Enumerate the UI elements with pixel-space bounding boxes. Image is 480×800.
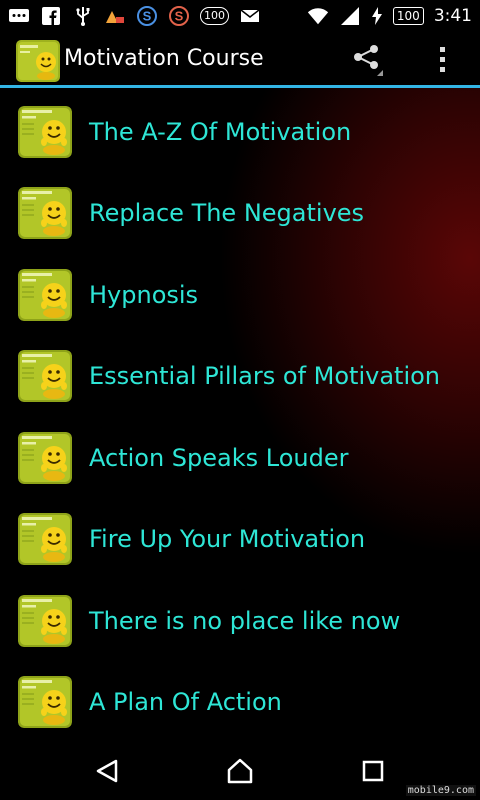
list-item[interactable]: Essential Pillars of Motivation bbox=[0, 336, 480, 418]
back-icon bbox=[94, 758, 120, 788]
back-button[interactable] bbox=[77, 756, 137, 790]
list-item-label: The A-Z Of Motivation bbox=[89, 117, 352, 146]
svg-text:S: S bbox=[175, 9, 184, 24]
list-item[interactable]: Action Speaks Louder bbox=[0, 417, 480, 499]
action-bar: Motivation Course bbox=[0, 32, 480, 88]
lesson-thumbnail-icon bbox=[18, 594, 72, 647]
overflow-menu-button[interactable] bbox=[430, 42, 456, 82]
lesson-thumbnail-icon bbox=[18, 105, 72, 158]
s-app-icon-2: S bbox=[168, 6, 190, 26]
cleaner-icon bbox=[104, 6, 126, 26]
share-icon bbox=[351, 43, 385, 81]
wifi-icon bbox=[307, 6, 329, 26]
clock: 3:41 bbox=[433, 6, 472, 26]
list-item[interactable]: Hypnosis bbox=[0, 254, 480, 336]
lesson-thumbnail-icon bbox=[18, 513, 72, 566]
lesson-thumbnail-icon bbox=[18, 350, 72, 403]
home-icon bbox=[226, 758, 254, 788]
recents-icon bbox=[361, 759, 385, 787]
usb-icon bbox=[72, 6, 94, 26]
list-item-label: Replace The Negatives bbox=[89, 199, 365, 228]
email-icon bbox=[239, 6, 261, 26]
list-item[interactable]: Fire Up Your Motivation bbox=[0, 499, 480, 581]
watermark: mobile9.com bbox=[405, 785, 476, 796]
list-item[interactable]: There is no place like now bbox=[0, 580, 480, 662]
list-item-label: Fire Up Your Motivation bbox=[89, 525, 366, 554]
message-icon bbox=[8, 6, 30, 26]
charging-icon bbox=[371, 6, 383, 26]
svg-text:S: S bbox=[143, 9, 152, 24]
list-item-label: Action Speaks Louder bbox=[89, 443, 349, 472]
list-item-label: There is no place like now bbox=[89, 606, 401, 635]
home-button[interactable] bbox=[210, 756, 270, 790]
lesson-list: The A-Z Of Motivation Replace The Negati… bbox=[0, 91, 480, 743]
lesson-thumbnail-icon bbox=[18, 676, 72, 729]
list-item-label: Hypnosis bbox=[89, 280, 199, 309]
lesson-thumbnail-icon bbox=[18, 431, 72, 484]
lesson-thumbnail-icon bbox=[18, 187, 72, 240]
lesson-thumbnail-icon bbox=[18, 268, 72, 321]
signal-icon bbox=[339, 6, 361, 26]
battery-indicator: 100 bbox=[392, 7, 424, 25]
list-item[interactable]: The A-Z Of Motivation bbox=[0, 91, 480, 173]
page-title: Motivation Course bbox=[64, 46, 264, 71]
notification-icons: S S 100 bbox=[8, 6, 261, 26]
app-logo-icon[interactable] bbox=[16, 40, 60, 82]
s-app-icon: S bbox=[136, 6, 158, 26]
list-item-label: A Plan Of Action bbox=[89, 688, 282, 717]
status-bar: S S 100 100 3:41 bbox=[0, 0, 480, 32]
navigation-bar: mobile9.com bbox=[0, 744, 480, 800]
list-item[interactable]: A Plan Of Action bbox=[0, 662, 480, 744]
list-item[interactable]: Replace The Negatives bbox=[0, 173, 480, 255]
list-item-label: Essential Pillars of Motivation bbox=[89, 362, 440, 391]
recents-button[interactable] bbox=[343, 756, 403, 790]
system-icons: 100 3:41 bbox=[307, 6, 472, 26]
content-area: The A-Z Of Motivation Replace The Negati… bbox=[0, 88, 480, 744]
badge-100-icon: 100 bbox=[200, 7, 229, 25]
share-button[interactable] bbox=[346, 42, 390, 82]
overflow-menu-icon bbox=[439, 46, 447, 78]
facebook-icon bbox=[40, 6, 62, 26]
